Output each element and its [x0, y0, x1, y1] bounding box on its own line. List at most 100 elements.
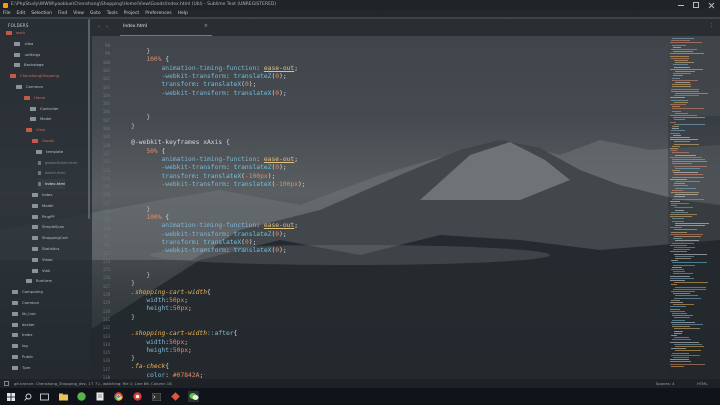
folder-icon	[32, 257, 38, 262]
minimap-line	[671, 231, 687, 233]
sidebar-item[interactable]: SimpleScan	[32, 222, 64, 232]
folder-icon	[14, 41, 20, 46]
code-editor[interactable]: 98 99 100 101 102 103 104 105 106 107 108 109 110 111…	[92, 36, 668, 379]
minimap-line	[670, 244, 687, 246]
code-line: animation-timing-function: ease-out;	[116, 222, 299, 230]
sidebar-item[interactable]: ChenshangShopping	[10, 71, 59, 81]
minimap-line	[670, 306, 686, 308]
photo-icon[interactable]	[132, 391, 143, 402]
sidebar-item-label: Computing	[22, 289, 43, 295]
minimap[interactable]	[668, 36, 720, 379]
sidebar-item[interactable]: Runtime	[26, 276, 52, 286]
menu-file[interactable]: File	[3, 10, 11, 17]
sidebar-scrollbar[interactable]	[88, 19, 90, 219]
sidebar-item-label: Index.html	[45, 181, 66, 187]
sidebar-item[interactable]: goodsDetail.html	[38, 158, 78, 168]
sidebar-item[interactable]: PingPP	[32, 212, 55, 222]
status-bar: git branch: Chenshang_Shopping_dev, 1↑ 7…	[0, 379, 720, 388]
sidebar-item[interactable]: Index	[32, 190, 52, 200]
sidebar-item[interactable]: Goods	[32, 136, 54, 146]
minimap-line	[670, 156, 702, 158]
sidebar-item[interactable]: ShoppingCart	[32, 233, 68, 243]
folder-icon	[26, 279, 32, 284]
chrome-icon[interactable]	[113, 391, 124, 402]
tab-close-icon[interactable]: ×	[204, 23, 208, 29]
sidebar-item[interactable]: docker	[12, 320, 35, 330]
sidebar-item[interactable]: Controller	[30, 104, 59, 114]
menu-goto[interactable]: Goto	[90, 10, 101, 17]
minimap-line	[674, 196, 685, 198]
sidebar-item-label: SimpleScan	[42, 224, 65, 230]
search-icon[interactable]	[22, 391, 33, 402]
wechat-icon[interactable]	[188, 391, 199, 402]
sidebar-item[interactable]: Home	[24, 93, 45, 103]
minimap-line	[674, 119, 685, 121]
sidebar-item[interactable]: Index.html	[38, 179, 66, 190]
file-explorer-icon[interactable]	[58, 391, 69, 402]
line-number: 100	[102, 59, 110, 65]
task-view-icon[interactable]	[39, 391, 50, 402]
sidebar-item[interactable]: Model	[30, 114, 51, 124]
minimap-line	[675, 82, 690, 83]
minimap-line	[670, 178, 687, 180]
sidebar-item[interactable]: template	[36, 147, 63, 157]
menu-tools[interactable]: Tools	[107, 10, 118, 17]
tab-index-html[interactable]: Index.html ×	[120, 21, 212, 36]
maximize-icon[interactable]	[693, 2, 699, 8]
indentation-setting[interactable]: Spaces: 4	[656, 379, 674, 388]
menu-selection[interactable]: Selection	[31, 10, 52, 17]
sidebar-item[interactable]: Computing	[12, 287, 43, 297]
sidebar-item[interactable]: Common	[16, 82, 43, 92]
panel-toggle-icon[interactable]	[4, 381, 9, 386]
sidebar-item[interactable]: Model	[32, 201, 53, 211]
sidebar-item[interactable]: Index	[12, 330, 32, 340]
code-area[interactable]: } 100% { animation-timing-function: ease…	[116, 36, 666, 379]
sidebar-item[interactable]: Tpm	[12, 363, 30, 373]
minimap-line	[673, 271, 685, 273]
code-line: .shopping-cart-width::after{	[116, 330, 238, 338]
sidebar-item[interactable]: log	[12, 341, 28, 351]
folder-icon	[32, 225, 38, 230]
menu-edit[interactable]: Edit	[17, 10, 26, 17]
sidebar-item[interactable]: View	[26, 125, 45, 135]
sidebar-item[interactable]: Vistl	[32, 266, 50, 276]
terminal-icon[interactable]	[151, 391, 162, 402]
sidebar-item[interactable]: work	[6, 28, 25, 38]
sidebar-item-label: Runtime	[36, 278, 52, 284]
evernote-icon[interactable]	[76, 391, 87, 402]
sidebar-item[interactable]: .settings	[14, 50, 40, 60]
minimap-line	[672, 176, 704, 178]
sidebar-item[interactable]: lib_hub	[12, 309, 36, 319]
folder-icon	[30, 117, 36, 122]
syntax-setting[interactable]: HTML	[697, 379, 708, 388]
tab-overflow-icon[interactable]: ⋮	[709, 23, 714, 29]
sidebar-item[interactable]: Statistics	[32, 244, 59, 254]
sidebar-item[interactable]: detail.html	[38, 168, 66, 178]
menu-help[interactable]: Help	[178, 10, 188, 17]
sublime-icon[interactable]	[170, 391, 181, 402]
sidebar-item[interactable]: Public	[12, 352, 33, 362]
minimap-line	[673, 172, 698, 174]
folder-icon	[6, 31, 12, 35]
notes-icon[interactable]	[94, 391, 105, 402]
code-line: }	[116, 122, 135, 130]
sidebar-item[interactable]: Vistor	[32, 255, 53, 265]
sidebar-item[interactable]: Common	[12, 298, 39, 308]
sidebar-item[interactable]: .idea	[14, 39, 33, 49]
minimize-icon[interactable]	[678, 2, 684, 8]
menu-project[interactable]: Project	[124, 10, 139, 17]
menu-view[interactable]: View	[73, 10, 84, 17]
line-number: 124	[102, 258, 110, 264]
close-icon[interactable]	[708, 2, 714, 8]
menu-find[interactable]: Find	[58, 10, 67, 17]
minimap-line	[670, 104, 686, 105]
minimap-line	[671, 348, 686, 350]
minimap-line	[675, 194, 698, 196]
folder-icon	[26, 128, 32, 133]
line-number: 132	[102, 325, 110, 331]
line-number: 104	[102, 92, 110, 98]
windows-start-icon[interactable]	[5, 391, 16, 402]
sidebar-item[interactable]: Backstage	[14, 60, 44, 70]
menu-preferences[interactable]: Preferences	[145, 10, 171, 17]
tab-navigation-arrows[interactable]: ‹›	[98, 24, 114, 30]
